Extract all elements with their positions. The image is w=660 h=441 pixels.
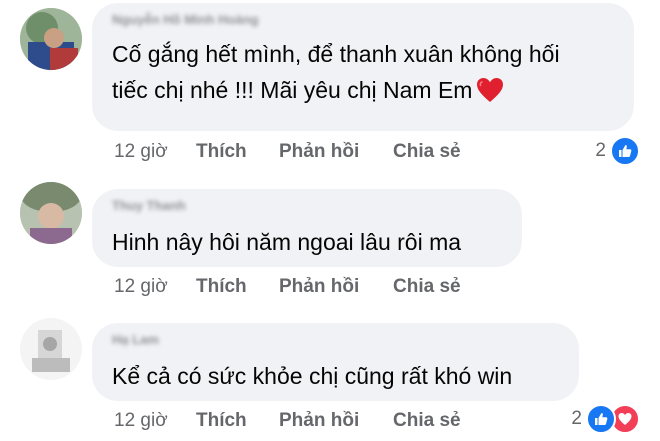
comment-text-line-content: tiếc chị nhé !!! Mãi yêu chị Nam Em	[112, 77, 473, 103]
comment-bubble: Nguyễn Hồ Minh Hoàng Cố gắng hết mình, đ…	[92, 3, 634, 131]
avatar[interactable]	[20, 8, 82, 70]
reaction-count: 2	[571, 408, 582, 429]
like-button[interactable]: Thích	[196, 140, 247, 164]
share-button[interactable]: Chia sẻ	[393, 409, 461, 433]
heart-emoji-icon	[476, 77, 504, 103]
avatar-image	[20, 182, 82, 244]
like-button[interactable]: Thích	[196, 409, 247, 433]
reply-button[interactable]: Phản hồi	[279, 409, 359, 433]
comment-bubble: Hạ Lam Kể cả có sức khỏe chị cũng rất kh…	[92, 323, 579, 401]
comment-author[interactable]: Thuy Thanh	[112, 197, 500, 214]
avatar-image	[20, 8, 82, 70]
reaction-summary[interactable]: 2	[571, 404, 640, 434]
comment-author[interactable]: Nguyễn Hồ Minh Hoàng	[112, 11, 612, 28]
reply-button[interactable]: Phản hồi	[279, 140, 359, 164]
reply-button[interactable]: Phản hồi	[279, 275, 359, 299]
like-icon	[586, 404, 616, 434]
share-button[interactable]: Chia sẻ	[393, 140, 461, 164]
reaction-summary[interactable]: 2	[595, 136, 640, 166]
comment-timestamp[interactable]: 12 giờ	[114, 275, 168, 299]
avatar[interactable]	[20, 318, 82, 380]
like-icon	[610, 136, 640, 166]
comment-text-line: tiếc chị nhé !!! Mãi yêu chị Nam Em	[112, 72, 612, 108]
avatar[interactable]	[20, 182, 82, 244]
comment-bubble: Thuy Thanh Hinh nây hôi năm ngoai lâu rô…	[92, 189, 522, 267]
comment-author[interactable]: Hạ Lam	[112, 331, 557, 348]
share-button[interactable]: Chia sẻ	[393, 275, 461, 299]
avatar-image	[20, 318, 82, 380]
comment-timestamp[interactable]: 12 giờ	[114, 409, 168, 433]
comment-timestamp[interactable]: 12 giờ	[114, 140, 168, 164]
comment-text-line: Hinh nây hôi năm ngoai lâu rôi ma	[112, 229, 462, 255]
like-button[interactable]: Thích	[196, 275, 247, 299]
reaction-count: 2	[595, 140, 606, 161]
comment-text-line: Kể cả có sức khỏe chị cũng rất khó win	[112, 363, 513, 389]
comment-text-line: Cố gắng hết mình, để thanh xuân không hố…	[112, 41, 560, 67]
